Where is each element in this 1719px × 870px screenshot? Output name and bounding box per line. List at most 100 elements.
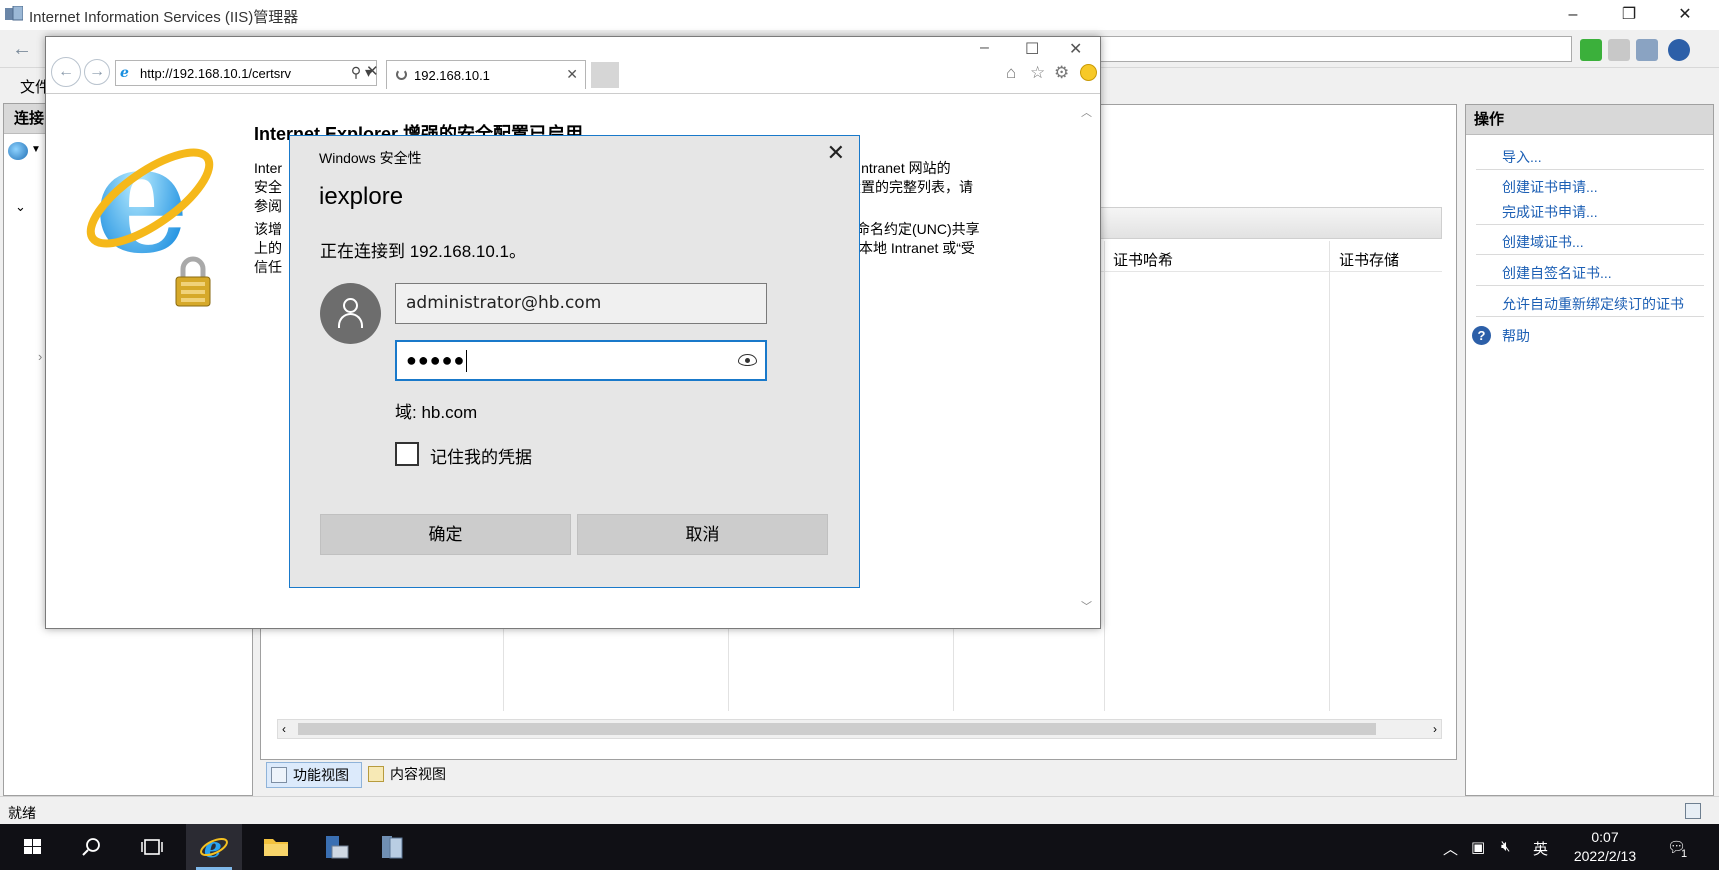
user-avatar-icon	[320, 283, 381, 344]
ok-button[interactable]: 确定	[320, 514, 571, 555]
search-icon	[82, 838, 100, 856]
refresh-icon[interactable]	[1580, 39, 1602, 61]
divider	[1476, 169, 1704, 170]
home-icon[interactable]	[1636, 39, 1658, 61]
username-field[interactable]: administrator@hb.com	[395, 283, 767, 324]
notification-count: 1	[1681, 848, 1688, 860]
scroll-left-icon[interactable]: ‹	[282, 720, 286, 738]
taskbar-file-explorer-button[interactable]	[248, 824, 304, 870]
stop-icon[interactable]	[1608, 39, 1630, 61]
home-icon[interactable]: ⌂	[1006, 63, 1016, 83]
ime-indicator[interactable]: 英	[1533, 838, 1548, 859]
restore-button[interactable]: ❐	[1606, 0, 1652, 30]
gear-icon[interactable]: ⚙	[1054, 63, 1069, 83]
action-complete-cert-request[interactable]: 完成证书申请...	[1502, 202, 1598, 222]
forward-arrow-icon[interactable]: →	[84, 59, 110, 85]
remember-credentials-label[interactable]: 记住我的凭据	[430, 443, 532, 468]
tree-expand-icon[interactable]: ⌄	[15, 199, 26, 215]
action-allow-auto-rebind[interactable]: 允许自动重新绑定续订的证书	[1502, 294, 1684, 314]
search-button[interactable]	[64, 824, 120, 870]
network-status-icon	[1685, 803, 1701, 819]
windows-logo-icon	[24, 839, 41, 854]
task-view-button[interactable]	[124, 824, 180, 870]
star-icon[interactable]: ☆	[1030, 63, 1045, 83]
clock[interactable]: 0:07 2022/2/13	[1565, 828, 1645, 866]
scroll-up-icon[interactable]: ︿	[1081, 104, 1092, 120]
close-icon[interactable]: ✕	[566, 66, 578, 83]
taskbar-ie-button[interactable]: e	[186, 824, 242, 870]
divider	[1476, 254, 1704, 255]
ie-title-bar: ← → e http://192.168.10.1/certsrv ⚲ ▾ ✕ …	[46, 37, 1100, 93]
password-mask: ●●●●●	[406, 350, 466, 370]
content-view-icon	[368, 766, 384, 782]
chevron-down-icon[interactable]: ▼	[31, 144, 41, 155]
close-button[interactable]: ✕	[1662, 0, 1708, 30]
folder-icon	[264, 839, 288, 856]
minimize-button[interactable]: –	[1550, 0, 1596, 30]
close-icon[interactable]: ✕	[827, 141, 845, 165]
dialog-title: Windows 安全性	[319, 150, 422, 166]
maximize-button[interactable]: ☐	[1025, 39, 1039, 59]
cancel-button[interactable]: 取消	[577, 514, 828, 555]
windows-security-dialog: Windows 安全性 ✕ iexplore 正在连接到 192.168.10.…	[289, 135, 860, 588]
iis-icon	[382, 836, 403, 859]
loading-icon	[396, 69, 407, 80]
url-text[interactable]: http://192.168.10.1/certsrv	[140, 66, 291, 81]
clock-time: 0:07	[1591, 829, 1619, 845]
scroll-down-icon[interactable]: ﹀	[1081, 598, 1092, 614]
help-icon[interactable]	[1668, 39, 1690, 61]
tree-collapse-icon[interactable]: ›	[38, 349, 42, 364]
taskbar-iis-button[interactable]	[364, 824, 420, 870]
taskbar: e ︿ ▣ 🔇︎ 英 0:07 2022/2/13 💬︎ 1	[0, 824, 1719, 870]
start-button[interactable]	[4, 824, 60, 870]
tab-features-view-label: 功能视图	[293, 767, 349, 783]
horizontal-scrollbar[interactable]: ‹ ›	[277, 719, 1442, 739]
text-cursor	[466, 350, 468, 373]
tab-content-view[interactable]: 内容视图	[364, 762, 460, 788]
scroll-thumb[interactable]	[298, 723, 1376, 735]
globe-icon[interactable]	[8, 142, 28, 160]
column-header-cert-store[interactable]: 证书存储	[1339, 249, 1399, 270]
feedback-smiley-icon[interactable]	[1080, 64, 1097, 81]
volume-muted-icon[interactable]: 🔇︎	[1501, 838, 1510, 855]
column-divider	[1329, 241, 1330, 711]
action-create-domain-cert[interactable]: 创建域证书...	[1502, 232, 1584, 252]
column-header-cert-hash[interactable]: 证书哈希	[1113, 249, 1173, 270]
stop-icon[interactable]: ✕	[366, 62, 379, 80]
action-create-self-signed-cert[interactable]: 创建自签名证书...	[1502, 263, 1612, 283]
svg-text:e: e	[204, 831, 222, 864]
reveal-password-icon[interactable]	[738, 354, 757, 366]
close-button[interactable]: ✕	[1069, 39, 1082, 59]
network-icon[interactable]: ▣	[1471, 838, 1485, 856]
password-field[interactable]: ●●●●●	[395, 340, 767, 381]
action-help[interactable]: 帮助	[1502, 326, 1530, 346]
task-view-icon	[141, 839, 163, 855]
taskbar-server-manager-button[interactable]	[308, 824, 364, 870]
actions-pane: 操作 导入... 创建证书申请... 完成证书申请... 创建域证书... 创建…	[1465, 104, 1714, 796]
iis-title-bar: Internet Information Services (IIS)管理器 –…	[0, 0, 1719, 30]
action-create-cert-request[interactable]: 创建证书申请...	[1502, 177, 1598, 197]
tab-192-168-10-1[interactable]: 192.168.10.1 ✕	[386, 60, 586, 89]
minimize-button[interactable]: –	[980, 39, 989, 57]
tab-features-view[interactable]: 功能视图	[266, 762, 362, 788]
tab-content-view-label: 内容视图	[390, 766, 446, 782]
dialog-app-name: iexplore	[319, 183, 404, 210]
clock-date: 2022/2/13	[1573, 848, 1637, 864]
iis-address-bar[interactable]	[1100, 36, 1572, 62]
status-bar: 就绪	[0, 796, 1719, 824]
new-tab-button[interactable]	[591, 62, 619, 88]
help-icon[interactable]: ?	[1472, 326, 1491, 345]
server-manager-icon	[326, 836, 349, 859]
remember-credentials-checkbox[interactable]	[395, 442, 419, 466]
domain-label: 域: hb.com	[395, 403, 478, 422]
chevron-up-icon[interactable]: ︿	[1443, 838, 1458, 859]
actions-header: 操作	[1466, 105, 1713, 135]
internet-explorer-logo: e	[86, 126, 214, 271]
divider	[1476, 285, 1704, 286]
back-arrow-icon[interactable]: ←	[8, 38, 36, 62]
action-import[interactable]: 导入...	[1502, 147, 1542, 167]
scroll-right-icon[interactable]: ›	[1433, 720, 1437, 738]
back-arrow-icon[interactable]: ←	[51, 57, 81, 87]
connecting-message: 正在连接到 192.168.10.1。	[320, 242, 526, 261]
ie-address-bar[interactable]: e http://192.168.10.1/certsrv ⚲ ▾	[115, 60, 377, 86]
